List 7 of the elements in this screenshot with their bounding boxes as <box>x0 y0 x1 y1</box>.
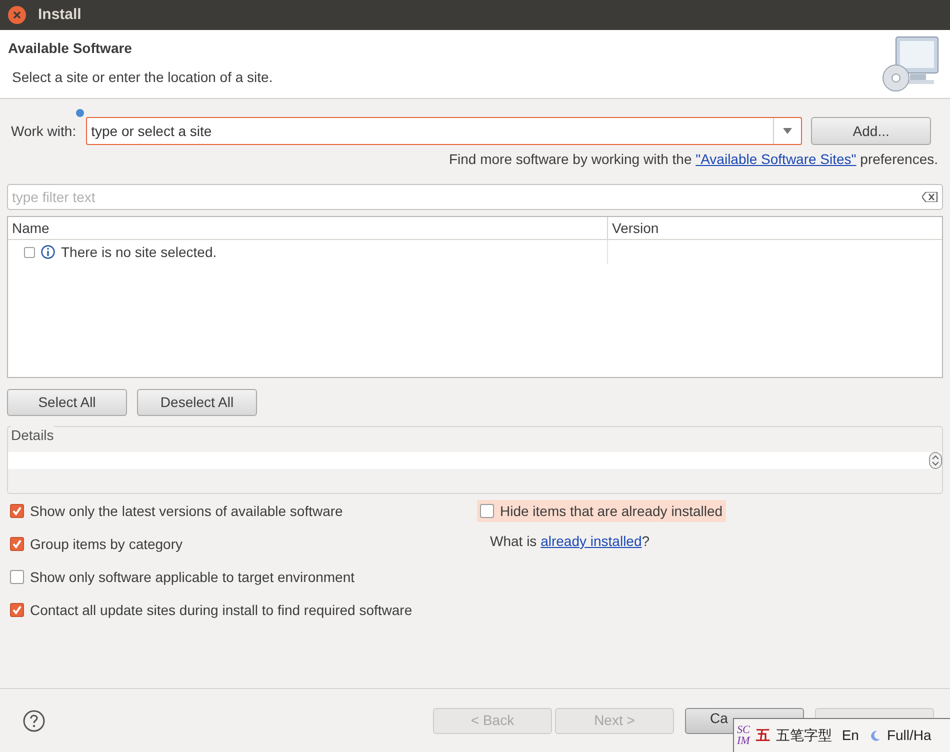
table-cell-text: There is no site selected. <box>61 242 217 262</box>
sites-note: Find more software by working with the "Available Software Sites" preferences. <box>448 150 938 169</box>
installed-note: What is already installed? <box>490 532 651 551</box>
window-title: Install <box>38 4 82 25</box>
page-title: Available Software <box>8 39 133 58</box>
page-subtitle: Select a site or enter the location of a site. <box>12 68 273 87</box>
work-with-label: Work with: <box>11 122 76 140</box>
